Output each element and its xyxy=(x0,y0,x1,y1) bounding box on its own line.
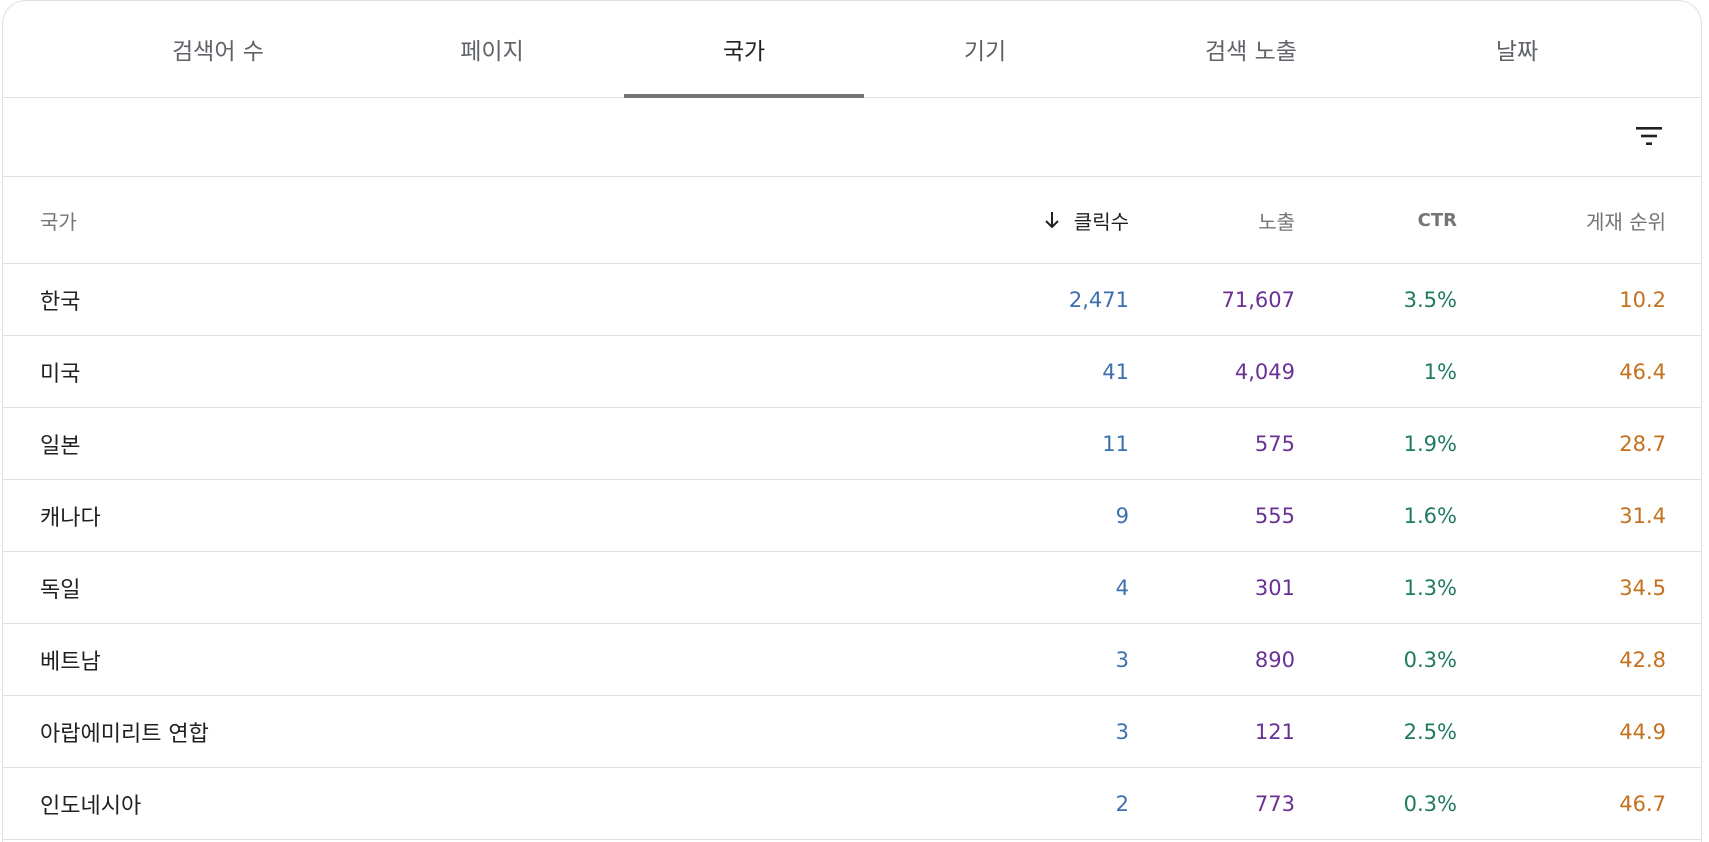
cell-clicks: 4 xyxy=(1115,575,1129,600)
table-row[interactable]: 미국 41 4,049 1% 46.4 xyxy=(3,336,1701,408)
tab-search-appearance[interactable]: 검색 노출 xyxy=(1131,1,1371,97)
tab-devices[interactable]: 기기 xyxy=(865,1,1105,97)
cell-impressions: 890 xyxy=(1254,647,1295,672)
table-row[interactable]: 일본 11 575 1.9% 28.7 xyxy=(3,408,1701,480)
cell-ctr: 1.3% xyxy=(1403,575,1457,600)
cell-impressions: 301 xyxy=(1254,575,1295,600)
arrow-down-icon xyxy=(1045,212,1059,229)
cell-clicks: 9 xyxy=(1115,503,1129,528)
filter-icon[interactable] xyxy=(1633,120,1665,152)
table-row[interactable]: 아랍에미리트 연합 3 121 2.5% 44.9 xyxy=(3,696,1701,768)
cell-clicks: 41 xyxy=(1102,359,1129,384)
header-ctr[interactable]: CTR xyxy=(1418,177,1457,263)
tab-dates[interactable]: 날짜 xyxy=(1397,1,1637,97)
table-row[interactable]: 인도네시아 2 773 0.3% 46.7 xyxy=(3,768,1701,840)
cell-impressions: 773 xyxy=(1254,791,1295,816)
table-row[interactable]: 한국 2,471 71,607 3.5% 10.2 xyxy=(3,264,1701,336)
cell-clicks: 2,471 xyxy=(1068,287,1129,312)
table-row[interactable]: 캐나다 9 555 1.6% 31.4 xyxy=(3,480,1701,552)
tab-bar: 검색어 수 페이지 국가 기기 검색 노출 날짜 xyxy=(3,1,1701,98)
tab-countries[interactable]: 국가 xyxy=(624,1,864,98)
cell-impressions: 121 xyxy=(1254,719,1295,744)
tab-label: 검색 노출 xyxy=(1205,39,1297,65)
tab-label: 페이지 xyxy=(460,39,524,65)
cell-position: 10.2 xyxy=(1619,287,1666,312)
cell-position: 44.9 xyxy=(1619,719,1666,744)
cell-country: 캐나다 xyxy=(40,505,101,531)
cell-ctr: 0.3% xyxy=(1403,791,1457,816)
cell-country: 한국 xyxy=(40,289,81,315)
cell-impressions: 4,049 xyxy=(1234,359,1295,384)
cell-ctr: 1% xyxy=(1423,359,1457,384)
cell-country: 베트남 xyxy=(40,649,101,675)
cell-impressions: 575 xyxy=(1254,431,1295,456)
header-position[interactable]: 게재 순위 xyxy=(1586,177,1666,263)
cell-position: 42.8 xyxy=(1619,647,1666,672)
header-country[interactable]: 국가 xyxy=(40,177,77,263)
cell-country: 아랍에미리트 연합 xyxy=(40,721,209,747)
cell-country: 일본 xyxy=(40,433,81,459)
cell-country: 미국 xyxy=(40,361,81,387)
cell-position: 46.7 xyxy=(1619,791,1666,816)
cell-position: 31.4 xyxy=(1619,503,1666,528)
cell-clicks: 3 xyxy=(1115,719,1129,744)
filter-bar xyxy=(3,98,1701,177)
tab-label: 날짜 xyxy=(1495,39,1539,65)
cell-position: 28.7 xyxy=(1619,431,1666,456)
tab-label: 국가 xyxy=(722,39,766,65)
cell-impressions: 71,607 xyxy=(1221,287,1295,312)
table-header: 국가 클릭수 노출 CTR 게재 순위 xyxy=(3,177,1701,264)
table-row[interactable]: 독일 4 301 1.3% 34.5 xyxy=(3,552,1701,624)
cell-ctr: 3.5% xyxy=(1403,287,1457,312)
cell-position: 34.5 xyxy=(1619,575,1666,600)
tab-label: 기기 xyxy=(963,39,1007,65)
cell-position: 46.4 xyxy=(1619,359,1666,384)
header-impressions[interactable]: 노출 xyxy=(1258,177,1295,263)
tab-pages[interactable]: 페이지 xyxy=(372,1,612,97)
header-clicks[interactable]: 클릭수 xyxy=(1042,177,1129,263)
cell-impressions: 555 xyxy=(1254,503,1295,528)
cell-country: 인도네시아 xyxy=(40,793,142,819)
cell-ctr: 1.6% xyxy=(1403,503,1457,528)
cell-country: 독일 xyxy=(40,577,81,603)
cell-ctr: 0.3% xyxy=(1403,647,1457,672)
performance-card: 검색어 수 페이지 국가 기기 검색 노출 날짜 국가 클릭수 노출 CTR 게… xyxy=(2,0,1702,842)
header-clicks-label: 클릭수 xyxy=(1073,209,1129,234)
cell-ctr: 2.5% xyxy=(1403,719,1457,744)
table-row[interactable]: 베트남 3 890 0.3% 42.8 xyxy=(3,624,1701,696)
countries-table: 국가 클릭수 노출 CTR 게재 순위 한국 2,471 71,607 3.5%… xyxy=(3,177,1701,840)
cell-ctr: 1.9% xyxy=(1403,431,1457,456)
cell-clicks: 3 xyxy=(1115,647,1129,672)
cell-clicks: 2 xyxy=(1115,791,1129,816)
tab-label: 검색어 수 xyxy=(172,39,264,65)
tab-queries[interactable]: 검색어 수 xyxy=(98,1,338,97)
cell-clicks: 11 xyxy=(1102,431,1129,456)
